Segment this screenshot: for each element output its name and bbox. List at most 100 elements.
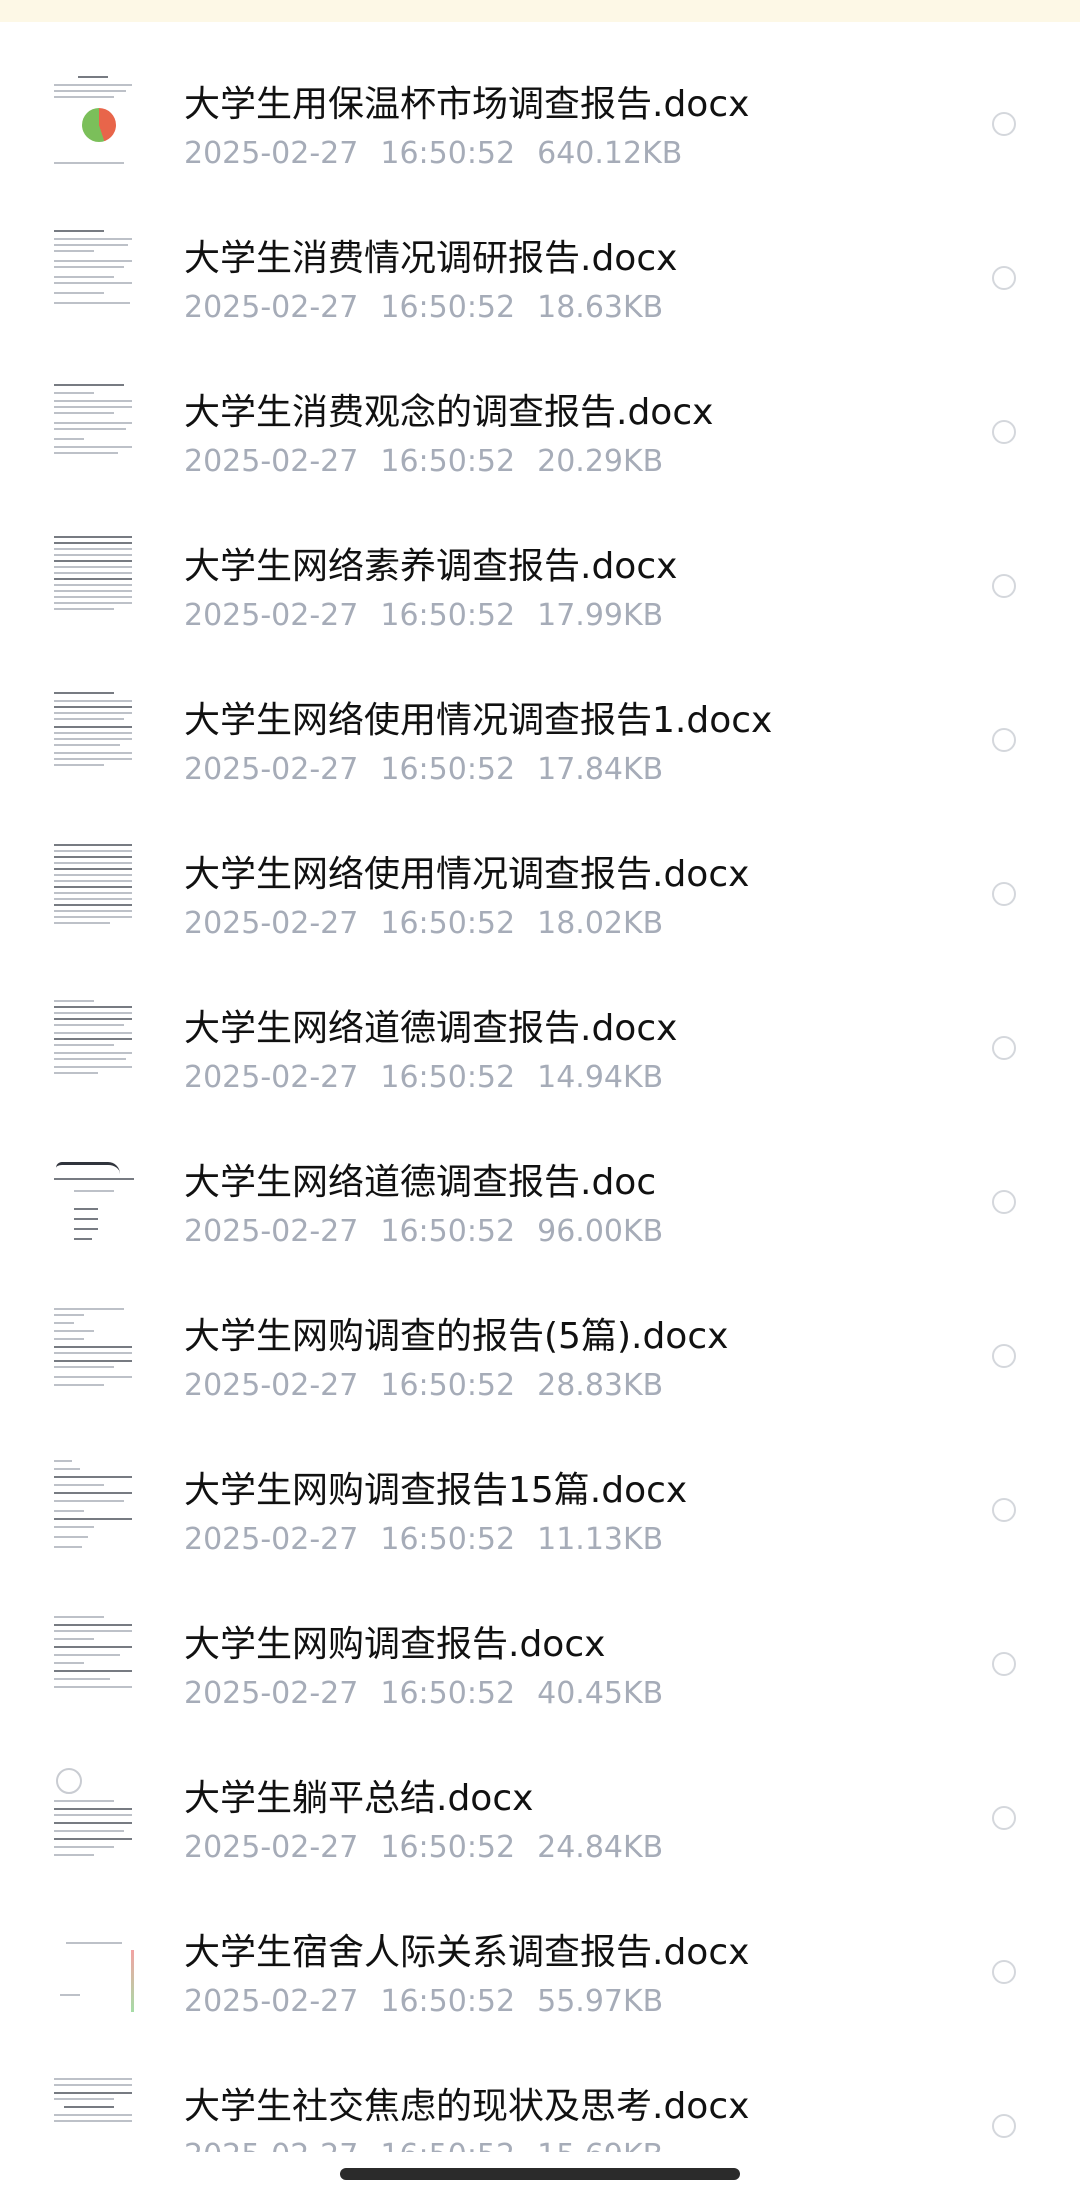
file-list[interactable]: 大学生用保温杯市场调查报告.docx 2025-02-27 16:50:52 640… (0, 48, 1080, 2152)
file-row[interactable]: 大学生网络使用情况调查报告.docx 2025-02-27 16:50:52 18.… (0, 818, 1080, 972)
file-name: 大学生消费情况调研报告.docx (184, 238, 678, 279)
document-thumbnail-icon (50, 990, 138, 1102)
file-row[interactable]: 大学生消费观念的调查报告.docx 2025-02-27 16:50:52 20.2… (0, 356, 1080, 510)
file-row[interactable]: 大学生用保温杯市场调查报告.docx 2025-02-27 16:50:52 640… (0, 48, 1080, 202)
file-name: 大学生网购调查报告.docx (184, 1624, 606, 1665)
file-date: 2025-02-27 (184, 752, 359, 787)
file-name: 大学生用保温杯市场调查报告.docx (184, 84, 750, 125)
file-size: 96.00KB (537, 1214, 664, 1249)
document-thumbnail-icon (50, 66, 138, 178)
file-row[interactable]: 大学生网络道德调查报告.doc 2025-02-27 16:50:52 96.00K… (0, 1126, 1080, 1280)
file-date: 2025-02-27 (184, 1368, 359, 1403)
file-meta: 2025-02-27 16:50:52 17.99KB (184, 598, 685, 634)
file-date: 2025-02-27 (184, 906, 359, 941)
file-date: 2025-02-27 (184, 1984, 359, 2019)
file-row[interactable]: 大学生网络使用情况调查报告1.docx 2025-02-27 16:50:52 17… (0, 664, 1080, 818)
file-time: 16:50:52 (380, 1522, 516, 1557)
select-radio[interactable] (992, 1036, 1016, 1060)
file-row[interactable]: 大学生网络素养调查报告.docx 2025-02-27 16:50:52 17.99… (0, 510, 1080, 664)
file-row[interactable]: 大学生躺平总结.docx 2025-02-27 16:50:52 24.84KB (0, 1742, 1080, 1896)
file-meta: 2025-02-27 16:50:52 55.97KB (184, 1984, 685, 2020)
file-name: 大学生宿舍人际关系调查报告.docx (184, 1932, 750, 1973)
file-name: 大学生网络使用情况调查报告1.docx (184, 700, 773, 741)
document-thumbnail-icon (50, 528, 138, 640)
file-row[interactable]: 大学生网络道德调查报告.docx 2025-02-27 16:50:52 14.94… (0, 972, 1080, 1126)
select-radio[interactable] (992, 1498, 1016, 1522)
file-name: 大学生网络素养调查报告.docx (184, 546, 678, 587)
file-date: 2025-02-27 (184, 1522, 359, 1557)
document-thumbnail-icon (50, 1298, 138, 1410)
file-row[interactable]: 大学生宿舍人际关系调查报告.docx 2025-02-27 16:50:52 55.… (0, 1896, 1080, 2050)
file-size: 28.83KB (537, 1368, 664, 1403)
document-thumbnail-icon (50, 1760, 138, 1872)
top-banner (0, 0, 1080, 22)
file-name: 大学生躺平总结.docx (184, 1778, 534, 1819)
file-row[interactable]: 大学生网购调查报告15篇.docx 2025-02-27 16:50:52 11.1… (0, 1434, 1080, 1588)
file-meta: 2025-02-27 16:50:52 18.02KB (184, 906, 685, 942)
select-radio[interactable] (992, 2114, 1016, 2138)
select-radio[interactable] (992, 266, 1016, 290)
file-date: 2025-02-27 (184, 1214, 359, 1249)
file-time: 16:50:52 (380, 906, 516, 941)
file-time: 16:50:52 (380, 752, 516, 787)
file-meta: 2025-02-27 16:50:52 15.69KB (184, 2138, 685, 2152)
file-name: 大学生消费观念的调查报告.docx (184, 392, 714, 433)
select-radio[interactable] (992, 1344, 1016, 1368)
file-meta: 2025-02-27 16:50:52 28.83KB (184, 1368, 685, 1404)
file-date: 2025-02-27 (184, 598, 359, 633)
file-time: 16:50:52 (380, 444, 516, 479)
select-radio[interactable] (992, 574, 1016, 598)
file-row[interactable]: 大学生网购调查报告.docx 2025-02-27 16:50:52 40.45KB (0, 1588, 1080, 1742)
file-time: 16:50:52 (380, 1984, 516, 2019)
file-time: 16:50:52 (380, 1368, 516, 1403)
file-row[interactable]: 大学生网购调查的报告(5篇).docx 2025-02-27 16:50:52 28… (0, 1280, 1080, 1434)
file-date: 2025-02-27 (184, 136, 359, 171)
select-radio[interactable] (992, 1190, 1016, 1214)
file-name: 大学生社交焦虑的现状及思考.docx (184, 2086, 750, 2127)
file-date: 2025-02-27 (184, 1676, 359, 1711)
select-radio[interactable] (992, 1806, 1016, 1830)
select-radio[interactable] (992, 1960, 1016, 1984)
file-size: 18.63KB (537, 290, 664, 325)
file-row[interactable]: 大学生社交焦虑的现状及思考.docx 2025-02-27 16:50:52 15.… (0, 2050, 1080, 2152)
file-meta: 2025-02-27 16:50:52 11.13KB (184, 1522, 685, 1558)
file-name: 大学生网购调查的报告(5篇).docx (184, 1316, 729, 1357)
file-time: 16:50:52 (380, 598, 516, 633)
file-meta: 2025-02-27 16:50:52 640.12KB (184, 136, 704, 172)
home-indicator[interactable] (340, 2168, 740, 2180)
select-radio[interactable] (992, 728, 1016, 752)
file-time: 16:50:52 (380, 1676, 516, 1711)
file-meta: 2025-02-27 16:50:52 40.45KB (184, 1676, 685, 1712)
file-name: 大学生网络道德调查报告.docx (184, 1008, 678, 1049)
file-date: 2025-02-27 (184, 444, 359, 479)
select-radio[interactable] (992, 882, 1016, 906)
file-size: 20.29KB (537, 444, 664, 479)
document-thumbnail-icon (50, 374, 138, 486)
document-thumbnail-icon (50, 1452, 138, 1564)
file-meta: 2025-02-27 16:50:52 24.84KB (184, 1830, 685, 1866)
file-meta: 2025-02-27 16:50:52 17.84KB (184, 752, 685, 788)
file-time: 16:50:52 (380, 1830, 516, 1865)
select-radio[interactable] (992, 112, 1016, 136)
document-thumbnail-icon (50, 836, 138, 948)
file-size: 11.13KB (537, 1522, 664, 1557)
file-row[interactable]: 大学生消费情况调研报告.docx 2025-02-27 16:50:52 18.63… (0, 202, 1080, 356)
file-size: 18.02KB (537, 906, 664, 941)
file-date: 2025-02-27 (184, 2138, 358, 2152)
file-size: 14.94KB (537, 1060, 664, 1095)
file-meta: 2025-02-27 16:50:52 14.94KB (184, 1060, 685, 1096)
file-date: 2025-02-27 (184, 290, 359, 325)
file-date: 2025-02-27 (184, 1060, 359, 1095)
file-time: 16:50:52 (380, 2138, 515, 2152)
select-radio[interactable] (992, 1652, 1016, 1676)
file-size: 17.99KB (537, 598, 664, 633)
file-name: 大学生网络使用情况调查报告.docx (184, 854, 750, 895)
file-date: 2025-02-27 (184, 1830, 359, 1865)
select-radio[interactable] (992, 420, 1016, 444)
file-name: 大学生网购调查报告15篇.docx (184, 1470, 688, 1511)
file-time: 16:50:52 (380, 136, 516, 171)
file-time: 16:50:52 (380, 1060, 516, 1095)
file-name: 大学生网络道德调查报告.doc (184, 1162, 657, 1203)
document-thumbnail-icon (50, 1606, 138, 1718)
file-size: 17.84KB (537, 752, 664, 787)
